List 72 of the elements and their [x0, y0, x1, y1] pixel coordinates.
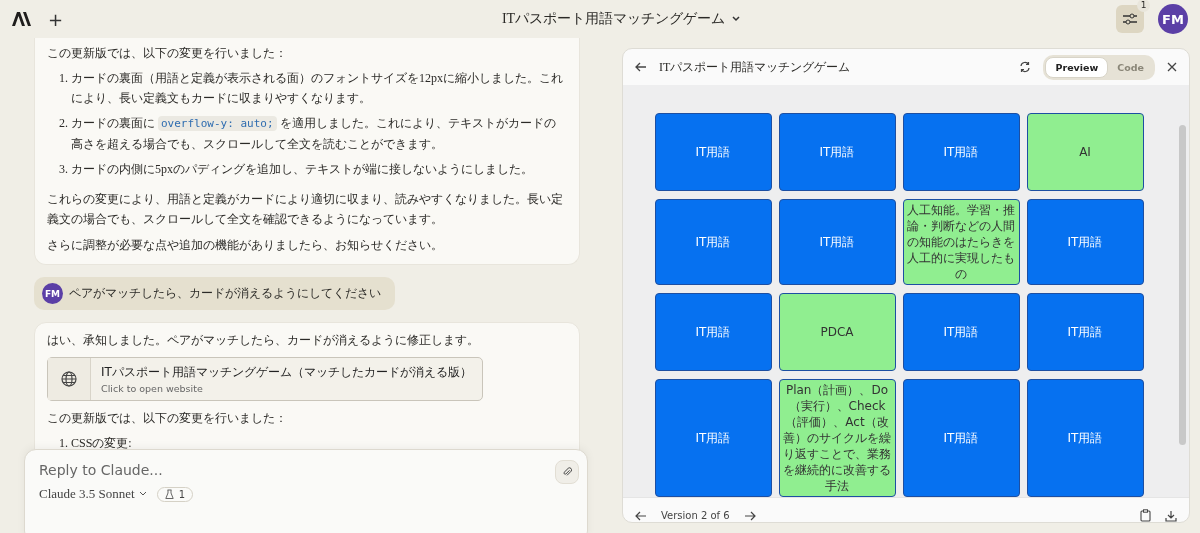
card-text: IT用語: [695, 430, 731, 446]
back-arrow-icon[interactable]: [635, 62, 647, 72]
new-chat-button[interactable]: +: [44, 8, 68, 30]
card-text: IT用語: [943, 430, 979, 446]
chevron-down-icon: [731, 15, 742, 23]
scrollbar[interactable]: [1179, 125, 1186, 445]
game-card[interactable]: IT用語: [654, 379, 772, 497]
card-text: AI: [1079, 144, 1091, 160]
game-card[interactable]: AI: [1026, 113, 1144, 191]
paragraph: これらの変更により、用語と定義がカードにより適切に収まり、読みやすくなりました。長い定義文の場合でも、スクロールして全文を確認できるようになっています。: [47, 191, 564, 228]
reply-input[interactable]: Reply to Claude...: [39, 460, 519, 480]
card-text: IT用語: [695, 324, 731, 340]
paragraph: この更新版では、以下の変更を行いました：: [47, 410, 288, 427]
refresh-icon[interactable]: [1019, 61, 1032, 73]
game-card[interactable]: IT用語: [654, 293, 772, 371]
list-number: 1.: [59, 70, 68, 87]
card-text: PDCA: [820, 324, 854, 340]
notification-badge: 1: [1137, 0, 1150, 12]
game-card[interactable]: IT用語: [1026, 199, 1144, 285]
model-selector[interactable]: Claude 3.5 Sonnet: [39, 486, 147, 502]
globe-icon: [61, 371, 77, 387]
list-item-text: カードの裏面（用語と定義が表示される面）のフォントサイズを12pxに縮小しました。これにより、長い定義文もカードに収まりやすくなります。: [71, 70, 564, 107]
sliders-icon: [1122, 12, 1138, 26]
close-icon[interactable]: [1167, 62, 1177, 72]
card-text: IT用語: [943, 144, 979, 160]
download-icon[interactable]: [1165, 509, 1177, 522]
card-text: IT用語: [1067, 430, 1103, 446]
chat-title[interactable]: ITパスポート用語マッチングゲーム: [139, 10, 1104, 28]
attach-button[interactable]: [555, 460, 579, 484]
list-item-text: カードの裏面に overflow-y: auto; を適用しました。これにより、テキストがカードの高さを超える場合でも、スクロールして全文を読むことができます。: [71, 115, 557, 153]
artifact-title: ITパスポート用語マッチングゲーム（マッチしたカードが消える版）: [101, 364, 472, 381]
card-text: IT用語: [1067, 324, 1103, 340]
next-arrow-icon[interactable]: [743, 510, 756, 521]
chevron-down-icon: [138, 491, 147, 497]
card-text: IT用語: [819, 144, 855, 160]
game-card[interactable]: IT用語: [1026, 379, 1144, 497]
game-card[interactable]: IT用語: [778, 199, 896, 285]
user-avatar[interactable]: FM: [1158, 4, 1188, 34]
card-text: IT用語: [695, 234, 731, 250]
card-text: IT用語: [819, 234, 855, 250]
game-card[interactable]: IT用語: [902, 113, 1020, 191]
list-item-text: CSSの変更:: [71, 435, 132, 452]
artifact-card[interactable]: ITパスポート用語マッチングゲーム（マッチしたカードが消える版） Click to open website: [47, 357, 483, 401]
game-card[interactable]: IT用語: [654, 199, 772, 285]
list-number: 3.: [59, 161, 68, 178]
message-text: ペアがマッチしたら、カードが消えるようにしてください: [69, 286, 381, 301]
flask-icon: [164, 488, 174, 500]
clipboard-icon[interactable]: [1140, 509, 1151, 522]
artifact-subtitle: Click to open website: [101, 383, 204, 394]
panel-title: ITパスポート用語マッチングゲーム: [659, 58, 852, 76]
paragraph: さらに調整が必要な点や追加の機能がありましたら、お知らせください。: [47, 237, 444, 254]
game-card[interactable]: PDCA: [778, 293, 896, 371]
list-item-text: カードの内側に5pxのパディングを追加し、テキストが端に接しないようにしました。: [71, 161, 533, 178]
game-card[interactable]: IT用語: [902, 379, 1020, 497]
previous-arrow-icon[interactable]: [635, 510, 647, 521]
list-number: 2.: [59, 115, 68, 132]
user-avatar: FM: [42, 283, 63, 304]
view-tab[interactable]: Preview: [1045, 56, 1109, 78]
paragraph: はい、承知しました。ペアがマッチしたら、カードが消えるように修正します。: [47, 332, 480, 349]
card-text: IT用語: [943, 324, 979, 340]
logo-icon[interactable]: [12, 12, 32, 26]
card-text: IT用語: [1067, 234, 1103, 250]
game-card[interactable]: IT用語: [654, 113, 772, 191]
version-label: Version 2 of 6: [661, 510, 730, 521]
game-card[interactable]: IT用語: [778, 113, 896, 191]
paragraph: この更新版では、以下の変更を行いました：: [47, 45, 288, 62]
game-card[interactable]: IT用語: [1026, 293, 1144, 371]
game-card[interactable]: IT用語: [902, 293, 1020, 371]
paperclip-icon: [562, 465, 572, 479]
card-text: IT用語: [695, 144, 731, 160]
view-tab[interactable]: Code: [1108, 56, 1153, 78]
list-number: 1.: [59, 435, 68, 452]
